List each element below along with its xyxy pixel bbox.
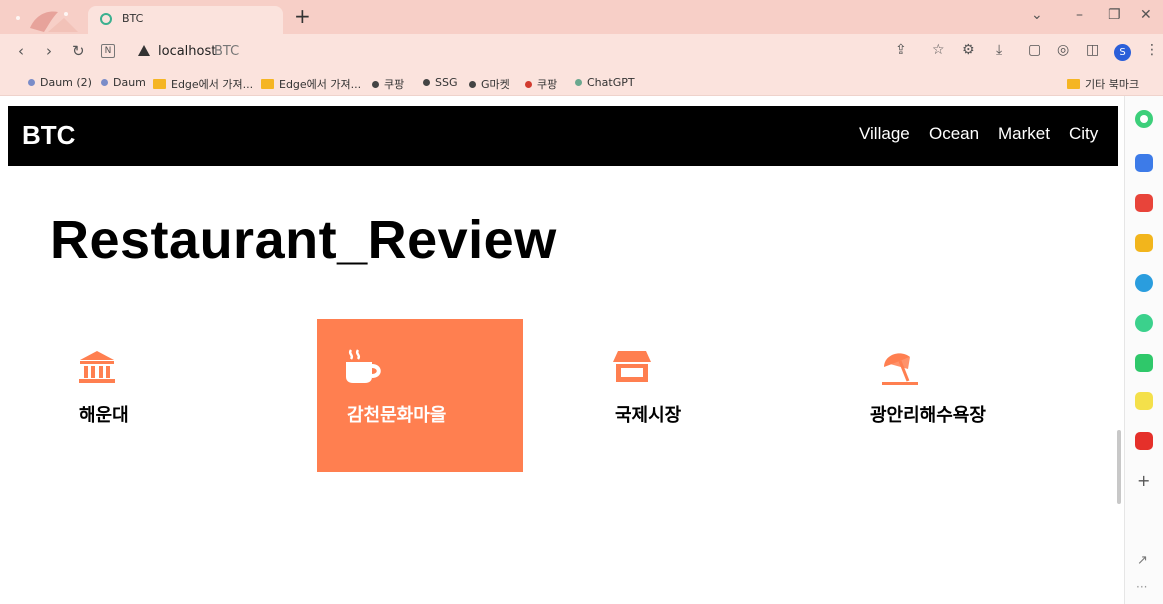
forward-icon[interactable]: › [46,43,52,59]
site-brand[interactable]: BTC [22,120,75,151]
sidebar-more-icon[interactable]: ··· [1136,580,1147,594]
bookmark-item[interactable]: Daum [101,76,146,89]
edge-drop-icon[interactable] [1135,274,1153,292]
screenshot-icon[interactable]: ▢ [1028,42,1041,58]
page-viewport: BTC Village Ocean Market City Restaurant… [0,96,1124,604]
webtoon-icon[interactable] [1135,354,1153,372]
card-label: 광안리해수욕장 [870,405,986,426]
bookmark-dot-icon [469,80,476,88]
bookmark-item[interactable]: 쿠팡 [525,76,557,92]
page-title: Restaurant_Review [50,210,557,270]
add-sidebar-app-button[interactable]: + [1137,471,1150,490]
share-icon[interactable]: ⇪ [895,42,907,58]
nav-link-village[interactable]: Village [859,124,910,144]
category-card-haeundae[interactable]: 해운대 [50,319,256,472]
browser-tab[interactable]: BTC [88,6,283,34]
profile-avatar[interactable]: S [1114,44,1131,61]
split-icon[interactable]: ◫ [1086,42,1099,58]
tab-list-chevron-icon[interactable]: ⌄ [1031,7,1043,23]
card-label: 해운대 [79,405,129,426]
category-card-gwangalli[interactable]: 광안리해수욕장 [851,319,1057,472]
nav-link-ocean[interactable]: Ocean [929,124,979,144]
more-icon[interactable]: ⋮ [1145,42,1159,58]
open-external-icon[interactable]: ↗ [1137,553,1148,568]
coffee-icon [346,349,381,383]
nav-link-city[interactable]: City [1069,124,1098,144]
bookmark-dot-icon [28,79,35,86]
favorite-icon[interactable]: ☆ [932,42,945,58]
url-host: localhost [158,44,217,59]
minimize-icon[interactable]: – [1076,7,1083,23]
reader-icon[interactable]: N [101,44,115,58]
player-icon[interactable] [1135,314,1153,332]
not-secure-icon[interactable] [138,45,150,56]
url-field[interactable]: localhost BTC [128,39,888,65]
bookmark-folder[interactable]: Edge에서 가져... [261,76,361,92]
category-card-gukje-market[interactable]: 국제시장 [584,319,790,472]
scroll-thumb[interactable] [1117,430,1121,504]
site-navbar: BTC Village Ocean Market City [8,106,1118,166]
bookmark-dot-icon [101,79,108,86]
back-icon[interactable]: ‹ [18,43,24,59]
bookmark-folder[interactable]: Edge에서 가져... [153,76,253,92]
theme-decoration-icon [16,11,78,32]
copilot-icon[interactable] [1135,110,1153,128]
bookmark-dot-icon [372,80,379,88]
reload-icon[interactable]: ↻ [72,43,85,59]
beach-umbrella-icon [882,353,918,385]
bookmark-dot-icon [575,79,582,86]
tab-title: BTC [122,12,144,25]
page-scrollbar[interactable] [1114,96,1124,604]
bookmarks-bar: Daum (2) Daum Edge에서 가져... Edge에서 가져... … [0,70,1163,96]
bookmark-dot-icon [423,79,430,86]
category-card-gamcheon[interactable]: 감천문화마을 [317,319,523,472]
other-bookmarks[interactable]: 기타 북마크 [1067,76,1139,92]
folder-icon [153,79,166,89]
close-window-icon[interactable]: ✕ [1140,7,1152,23]
card-label: 감천문화마을 [347,405,447,426]
card-label: 국제시장 [615,405,682,426]
folder-icon [261,79,274,89]
edge-sidebar: + ↗ ··· [1124,96,1163,604]
store-icon [613,351,651,382]
address-bar: ‹ › ↻ N localhost BTC ⇪ ☆ ⚙ ⤓ ▢ ◎ ◫ ⋮ [0,34,1163,70]
bookmark-item[interactable]: ChatGPT [575,76,635,89]
nav-link-market[interactable]: Market [998,124,1050,144]
how-icon[interactable] [1135,432,1153,450]
favorites-icon[interactable] [1135,234,1153,252]
new-tab-button[interactable]: + [294,5,311,27]
pocket-icon[interactable] [1135,194,1153,212]
extensions-icon[interactable]: ⚙ [962,42,975,58]
url-path: BTC [214,44,240,59]
bookmark-item[interactable]: G마켓 [469,76,510,92]
tab-strip: BTC + ⌄ – ❐ ✕ [0,0,1163,34]
bookmark-item[interactable]: SSG [423,76,458,89]
collections-icon[interactable]: ◎ [1057,42,1069,58]
bookmark-dot-icon [525,80,532,88]
bookmark-item[interactable]: 쿠팡 [372,76,404,92]
download-icon[interactable]: ⤓ [996,42,1002,58]
restore-icon[interactable]: ❐ [1108,7,1121,23]
tools-icon[interactable] [1135,154,1153,172]
tab-favicon-icon [100,13,112,25]
notes-icon[interactable] [1135,392,1153,410]
bookmark-item[interactable]: Daum (2) [28,76,92,89]
landmark-icon [79,351,115,383]
folder-icon [1067,79,1080,89]
